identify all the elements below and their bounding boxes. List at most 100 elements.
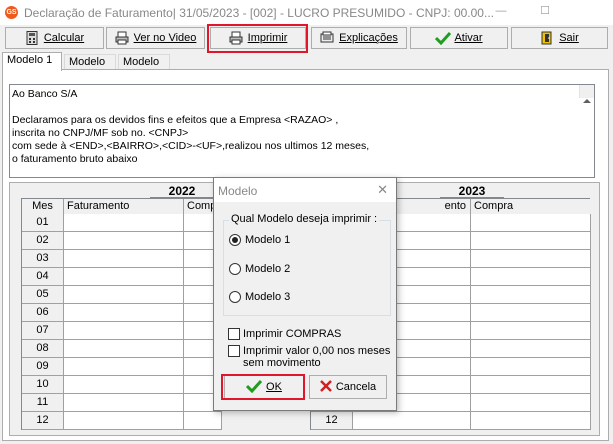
radio-modelo-2[interactable]: Modelo 2	[229, 263, 290, 275]
table-row: 05	[22, 286, 222, 304]
compra-cell[interactable]	[471, 214, 591, 232]
compra-cell[interactable]	[471, 232, 591, 250]
table-row: 08	[22, 340, 222, 358]
faturamento-cell[interactable]	[64, 340, 184, 358]
table-row: 04	[22, 268, 222, 286]
ver-video-label: Ver no Video	[133, 32, 197, 44]
grid-2022: Mes Faturamento Compr 01 02 03 04 05 06 07 08 09…	[21, 198, 222, 430]
month-cell: 05	[22, 286, 64, 304]
printer-icon	[115, 31, 129, 45]
month-cell: 08	[22, 340, 64, 358]
table-row: 07	[22, 322, 222, 340]
faturamento-cell[interactable]	[353, 412, 471, 430]
header-mes: Mes	[22, 199, 64, 214]
close-icon[interactable]: ✕	[377, 182, 388, 198]
explicacoes-label: Explicações	[339, 32, 398, 44]
radio-modelo-1[interactable]: Modelo 1	[229, 234, 290, 246]
faturamento-cell[interactable]	[64, 286, 184, 304]
tab-modelo-2[interactable]: Modelo 2	[64, 54, 116, 80]
compra-cell[interactable]	[471, 268, 591, 286]
explicacoes-button[interactable]: Explicações	[311, 27, 407, 49]
cancel-button[interactable]: Cancela	[309, 375, 387, 399]
compra-cell[interactable]	[184, 412, 222, 430]
faturamento-cell[interactable]	[64, 250, 184, 268]
question-label: Qual Modelo deseja imprimir :	[229, 213, 380, 225]
year-2022-label: 2022	[150, 184, 214, 198]
checkbox-label-line2: sem movimento	[243, 357, 321, 369]
exit-door-icon	[540, 31, 554, 45]
tab-modelo-1[interactable]: Modelo 1	[2, 52, 62, 71]
modelo-dialog: Modelo ✕ Qual Modelo deseja imprimir : M…	[213, 177, 397, 411]
checkbox-label: Imprimir valor 0,00 nos meses sem movime…	[243, 345, 390, 369]
compra-cell[interactable]	[471, 304, 591, 322]
month-cell: 10	[22, 376, 64, 394]
month-cell: 07	[22, 322, 64, 340]
month-cell: 12	[22, 412, 64, 430]
title-bar: GS Declaração de Faturamento| 31/05/2023…	[0, 0, 613, 25]
tab-modelo-3[interactable]: Modelo 3	[118, 54, 170, 80]
vertical-scrollbar[interactable]	[579, 85, 594, 103]
cancel-x-icon	[319, 379, 332, 395]
radio-empty-icon	[229, 263, 241, 275]
faturamento-cell[interactable]	[64, 358, 184, 376]
compra-cell[interactable]	[471, 322, 591, 340]
month-cell: 02	[22, 232, 64, 250]
checkbox-imprimir-compras[interactable]: Imprimir COMPRAS	[228, 328, 341, 340]
imprimir-button[interactable]: Imprimir	[210, 27, 306, 49]
maximize-button[interactable]: ☐	[538, 4, 552, 18]
faturamento-cell[interactable]	[64, 268, 184, 286]
calculator-icon	[25, 31, 39, 45]
faturamento-cell[interactable]	[64, 394, 184, 412]
minimize-button[interactable]: —	[494, 4, 508, 18]
sair-button[interactable]: Sair	[511, 27, 608, 49]
memo-line	[12, 101, 592, 114]
compra-cell[interactable]	[471, 358, 591, 376]
checkbox-imprimir-zero[interactable]: Imprimir valor 0,00 nos meses sem movime…	[228, 345, 390, 369]
radio-modelo-3[interactable]: Modelo 3	[229, 291, 290, 303]
checkbox-icon	[228, 328, 240, 340]
calcular-label: Calcular	[43, 32, 85, 44]
calcular-button[interactable]: Calcular	[5, 27, 104, 49]
compra-cell[interactable]	[471, 394, 591, 412]
radio-label: Modelo 3	[245, 291, 291, 303]
cancel-label: Cancela	[335, 381, 377, 393]
document-icon	[320, 31, 334, 45]
table-row: 12	[22, 412, 222, 430]
app-logo-icon: GS	[5, 6, 18, 19]
declaration-text-area[interactable]: Ao Banco S/A Declaramos para os devidos …	[9, 84, 595, 178]
faturamento-cell[interactable]	[64, 376, 184, 394]
faturamento-cell[interactable]	[64, 214, 184, 232]
window-title: Declaração de Faturamento| 31/05/2023 - …	[24, 6, 494, 20]
checkbox-label-line1: Imprimir valor 0,00 nos meses	[243, 345, 391, 357]
compra-cell[interactable]	[471, 412, 591, 430]
dialog-title-bar: Modelo ✕	[214, 178, 396, 202]
month-cell: 06	[22, 304, 64, 322]
ver-video-button[interactable]: Ver no Video	[106, 27, 205, 49]
ok-label: OK	[266, 381, 282, 393]
ativar-button[interactable]: Ativar	[410, 27, 508, 49]
month-cell: 09	[22, 358, 64, 376]
table-row: 06	[22, 304, 222, 322]
faturamento-cell[interactable]	[64, 412, 184, 430]
checkmark-icon	[435, 31, 452, 46]
faturamento-cell[interactable]	[64, 322, 184, 340]
faturamento-cell[interactable]	[64, 232, 184, 250]
ativar-label: Ativar	[454, 32, 483, 44]
compra-cell[interactable]	[471, 286, 591, 304]
compra-cell[interactable]	[471, 340, 591, 358]
compra-cell[interactable]	[471, 250, 591, 268]
radio-label: Modelo 2	[245, 263, 291, 275]
memo-line: Declaramos para os devidos fins e efeito…	[12, 114, 339, 126]
year-2023-label: 2023	[440, 184, 504, 198]
table-row: 01	[22, 214, 222, 232]
compra-cell[interactable]	[471, 376, 591, 394]
toolbar: Calcular Ver no Video Imprimir Explicaçõ…	[0, 25, 613, 51]
faturamento-cell[interactable]	[64, 304, 184, 322]
scroll-down-icon[interactable]	[583, 85, 591, 93]
radio-selected-icon	[229, 234, 241, 246]
checkmark-icon	[245, 379, 263, 396]
ok-button[interactable]: OK	[224, 375, 304, 399]
memo-line: com sede à <END>,<BAIRRO>,<CID>-<UF>,rea…	[12, 140, 370, 152]
table-row: 09	[22, 358, 222, 376]
memo-line: o faturamento bruto abaixo	[12, 153, 138, 165]
